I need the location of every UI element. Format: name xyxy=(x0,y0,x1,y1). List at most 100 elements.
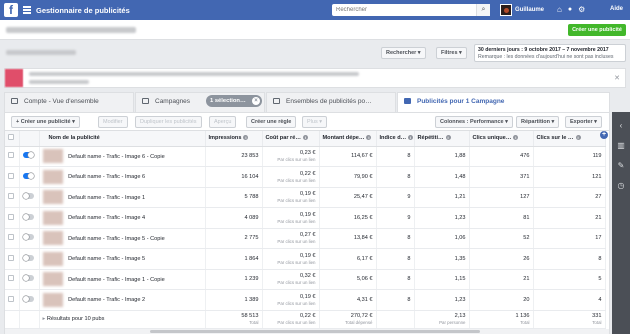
row-checkbox[interactable] xyxy=(8,213,14,220)
row-checkbox-cell[interactable] xyxy=(5,289,20,311)
delivery-toggle[interactable] xyxy=(22,234,34,241)
info-icon[interactable]: i xyxy=(575,135,581,141)
ad-name-cell[interactable]: Default name - Trafic - Image 6 - Copie xyxy=(39,146,206,167)
info-icon[interactable]: i xyxy=(366,135,372,141)
create-ad-dropdown[interactable]: + Créer une publicité ▾ xyxy=(11,116,80,128)
ad-name-cell[interactable]: Default name - Trafic - Image 6 xyxy=(39,166,206,188)
ad-name[interactable]: Default name - Trafic - Image 6 - Copie xyxy=(68,154,165,160)
selection-pill[interactable]: 1 sélection… × xyxy=(206,95,262,107)
collapse-icon[interactable]: ‹ xyxy=(612,120,630,132)
close-icon[interactable]: ✕ xyxy=(614,74,620,82)
delivery-toggle[interactable] xyxy=(22,275,34,282)
column-header[interactable]: Répétiti… i xyxy=(414,131,470,147)
ad-name-cell[interactable]: Default name - Trafic - Image 5 - Copie xyxy=(39,228,206,249)
toggle-cell[interactable] xyxy=(19,187,40,208)
table-row[interactable]: Default name - Trafic - Image 5 - Copie 2… xyxy=(5,228,606,249)
row-checkbox[interactable] xyxy=(8,275,14,282)
search-input[interactable] xyxy=(332,4,472,16)
tab-adsets[interactable]: Ensembles de publicités po… xyxy=(266,92,396,112)
column-header[interactable]: Impressions i xyxy=(205,131,263,147)
row-checkbox-cell[interactable] xyxy=(5,228,20,249)
tab-ads[interactable]: Publicités pour 1 Campagne xyxy=(397,92,610,113)
row-checkbox-cell[interactable] xyxy=(5,146,20,167)
toggle-cell[interactable] xyxy=(19,228,40,249)
delivery-toggle[interactable] xyxy=(22,193,34,200)
duplicate-button[interactable]: Dupliquer les publicités xyxy=(135,116,202,128)
row-checkbox[interactable] xyxy=(8,193,14,200)
column-header[interactable]: Nom de la publicité xyxy=(39,131,206,147)
info-icon[interactable]: i xyxy=(408,135,413,141)
search-icon[interactable]: ⌕ xyxy=(476,4,490,16)
row-checkbox-cell[interactable] xyxy=(5,207,20,229)
info-icon[interactable]: i xyxy=(302,135,308,141)
history-icon[interactable]: ◷ xyxy=(612,180,630,192)
toggle-cell[interactable] xyxy=(19,248,40,270)
menu-icon[interactable] xyxy=(23,6,31,14)
table-row[interactable]: Default name - Trafic - Image 44 089 0,19… xyxy=(5,207,606,229)
ad-name[interactable]: Default name - Trafic - Image 6 xyxy=(68,174,145,180)
more-button[interactable]: Plus ▾ xyxy=(302,116,327,128)
clear-selection-icon[interactable]: × xyxy=(252,97,260,105)
search-filter-button[interactable]: Rechercher ▾ xyxy=(381,47,426,59)
tab-account-overview[interactable]: Compte - Vue d'ensemble xyxy=(4,92,134,112)
ad-name[interactable]: Default name - Trafic - Image 5 xyxy=(68,256,145,262)
delivery-toggle[interactable] xyxy=(22,254,34,261)
delivery-toggle[interactable] xyxy=(22,295,34,302)
column-header[interactable]: Clics sur le … i xyxy=(533,131,606,147)
table-row[interactable]: Default name - Trafic - Image 21 389 0,19… xyxy=(5,289,606,311)
create-rule-button[interactable]: Créer une règle xyxy=(246,116,297,128)
ad-name-cell[interactable]: Default name - Trafic - Image 5 xyxy=(39,248,206,270)
column-header[interactable]: Indice d… i xyxy=(376,131,415,147)
row-checkbox[interactable] xyxy=(8,172,14,179)
column-header[interactable]: Montant dépe… i xyxy=(319,131,377,147)
scrollbar-thumb[interactable] xyxy=(150,330,480,333)
info-icon[interactable]: i xyxy=(513,135,519,141)
chart-icon[interactable]: ▥ xyxy=(612,140,630,152)
ad-name[interactable]: Default name - Trafic - Image 1 - Copie xyxy=(68,277,165,283)
ad-name[interactable]: Default name - Trafic - Image 1 xyxy=(68,195,145,201)
table-row[interactable]: Default name - Trafic - Image 6 - Copie 2… xyxy=(5,146,606,167)
ad-name[interactable]: Default name - Trafic - Image 5 - Copie xyxy=(68,236,165,242)
create-ad-button[interactable]: Créer une publicité xyxy=(568,24,626,36)
ad-name-cell[interactable]: Default name - Trafic - Image 1 xyxy=(39,187,206,208)
ad-name-cell[interactable]: Default name - Trafic - Image 1 - Copie xyxy=(39,269,206,290)
row-checkbox-cell[interactable] xyxy=(5,166,20,188)
select-all-checkbox[interactable] xyxy=(8,134,14,141)
info-icon[interactable]: i xyxy=(445,135,451,141)
toggle-cell[interactable] xyxy=(19,207,40,229)
toggle-cell[interactable] xyxy=(19,289,40,311)
notifications-icon[interactable]: ● xyxy=(568,5,572,15)
date-range-picker[interactable]: 30 derniers jours : 9 octobre 2017 – 7 n… xyxy=(474,44,626,62)
breakdown-dropdown[interactable]: Répartition ▾ xyxy=(516,116,560,128)
row-checkbox[interactable] xyxy=(8,152,14,159)
horizontal-scrollbar[interactable] xyxy=(5,329,609,334)
toggle-cell[interactable] xyxy=(19,166,40,188)
toggle-cell[interactable] xyxy=(19,269,40,290)
row-checkbox[interactable] xyxy=(8,295,14,302)
ad-name[interactable]: Default name - Trafic - Image 2 xyxy=(68,297,145,303)
home-icon[interactable]: ⌂ xyxy=(557,5,562,15)
table-row[interactable]: Default name - Trafic - Image 15 788 0,19… xyxy=(5,187,606,208)
delivery-toggle[interactable] xyxy=(22,152,34,159)
edit-icon[interactable]: ✎ xyxy=(612,160,630,172)
table-row[interactable]: Default name - Trafic - Image 1 - Copie 1… xyxy=(5,269,606,290)
add-column-icon[interactable]: + xyxy=(600,131,608,139)
preview-button[interactable]: Aperçu xyxy=(209,116,237,128)
row-checkbox-cell[interactable] xyxy=(5,187,20,208)
ad-name-cell[interactable]: Default name - Trafic - Image 2 xyxy=(39,289,206,311)
row-checkbox[interactable] xyxy=(8,234,14,241)
column-header[interactable]: Clics unique… i xyxy=(469,131,534,147)
export-dropdown[interactable]: Exporter ▾ xyxy=(565,116,602,128)
table-row[interactable]: Default name - Trafic - Image 51 864 0,19… xyxy=(5,248,606,270)
column-header[interactable]: Coût par ré… i xyxy=(262,131,320,147)
delivery-toggle[interactable] xyxy=(22,213,34,220)
facebook-logo-icon[interactable]: f xyxy=(4,3,18,17)
table-row[interactable]: Default name - Trafic - Image 6 16 104 0,2… xyxy=(5,166,606,188)
info-icon[interactable]: i xyxy=(243,135,249,141)
delivery-toggle[interactable] xyxy=(22,172,34,179)
search-box[interactable]: ⌕ xyxy=(332,4,490,16)
help-link[interactable]: Aide xyxy=(610,6,623,12)
filters-button[interactable]: Filtres ▾ xyxy=(436,47,467,59)
ad-name-cell[interactable]: Default name - Trafic - Image 4 xyxy=(39,207,206,229)
row-checkbox[interactable] xyxy=(8,254,14,261)
